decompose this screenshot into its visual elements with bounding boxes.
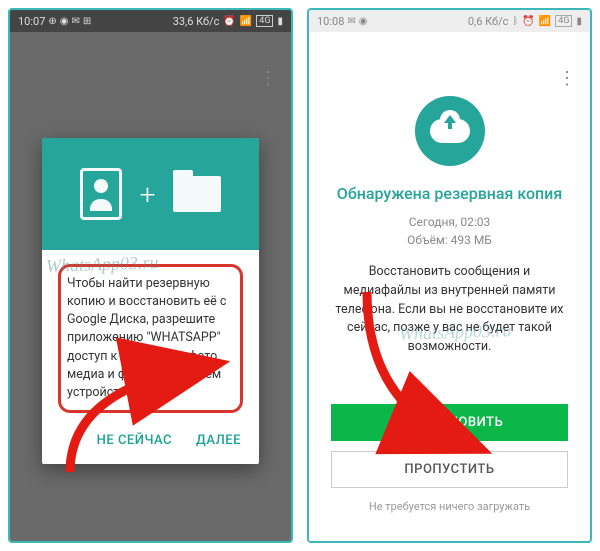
permission-dialog: + Чтобы найти резервную копию и восстано… (42, 138, 259, 464)
plus-icon: + (140, 178, 156, 211)
bluetooth-icon: ᛒ (512, 16, 518, 27)
status-net: 4G (555, 15, 572, 27)
highlight-annotation: Чтобы найти резервную копию и восстанови… (58, 264, 243, 413)
dialog-header: + (42, 138, 259, 250)
screen-body: ⋮ Обнаружена резервная копия Сегодня, 02… (309, 32, 590, 541)
alarm-icon: ⏰ (223, 16, 235, 27)
backup-description: Восстановить сообщения и медиафайлы из в… (329, 263, 570, 357)
not-now-button[interactable]: НЕ СЕЙЧАС (97, 433, 172, 448)
next-button[interactable]: ДАЛЕЕ (196, 433, 241, 448)
battery-icon: ▮ (576, 16, 582, 27)
backup-meta: Сегодня, 02:03 Объём: 493 МБ (329, 213, 570, 249)
notification-icon: ⊕ (48, 16, 56, 27)
skip-button[interactable]: ПРОПУСТИТЬ (331, 451, 568, 488)
backup-size: Объём: 493 МБ (329, 231, 570, 249)
signal-icon: 📶 (240, 16, 252, 27)
backup-date: Сегодня, 02:03 (329, 213, 570, 231)
notification-icon: ✉ (347, 16, 355, 27)
dialog-text: Чтобы найти резервную копию и восстанови… (67, 275, 234, 402)
notification-icon: ⊞ (83, 16, 91, 27)
status-time: 10:07 (18, 15, 45, 28)
status-bar: 10:07 ⊕ ◉ ✉ ⊞ 33,6 Кб/с ⏰ 📶 4G ▮ (10, 10, 291, 32)
notification-icon: ◉ (359, 16, 368, 27)
status-net: 4G (256, 15, 273, 27)
status-speed: 33,6 Кб/с (173, 15, 220, 28)
signal-icon: 📶 (539, 16, 551, 27)
backup-found-title: Обнаружена резервная копия (329, 184, 570, 203)
notification-icon: ✉ (72, 16, 80, 27)
phone-right: 10:08 ✉ ◉ 0,6 Кб/с ᛒ ⏰ 📶 4G ▮ ⋮ Обнаруже… (307, 8, 592, 543)
status-time: 10:08 (317, 15, 344, 28)
overflow-menu-icon[interactable]: ⋮ (558, 68, 574, 89)
status-bar: 10:08 ✉ ◉ 0,6 Кб/с ᛒ ⏰ 📶 4G ▮ (309, 10, 590, 32)
phone-left: 10:07 ⊕ ◉ ✉ ⊞ 33,6 Кб/с ⏰ 📶 4G ▮ ⋮ Whats… (8, 8, 293, 543)
notification-icon: ◉ (60, 16, 69, 27)
cloud-upload-icon (415, 96, 485, 166)
folder-icon (173, 176, 221, 212)
contact-icon (80, 168, 122, 220)
overflow-menu-icon[interactable]: ⋮ (259, 68, 275, 89)
status-speed: 0,6 Кб/с (468, 15, 509, 28)
footnote-text: Не требуется ничего загружать (331, 500, 568, 513)
battery-icon: ▮ (277, 16, 283, 27)
restore-button[interactable]: ВОССТАНОВИТЬ (331, 404, 568, 441)
screen-body: ⋮ WhatsApp03.ru + Чтобы найти резервную … (10, 32, 291, 541)
alarm-icon: ⏰ (522, 16, 534, 27)
